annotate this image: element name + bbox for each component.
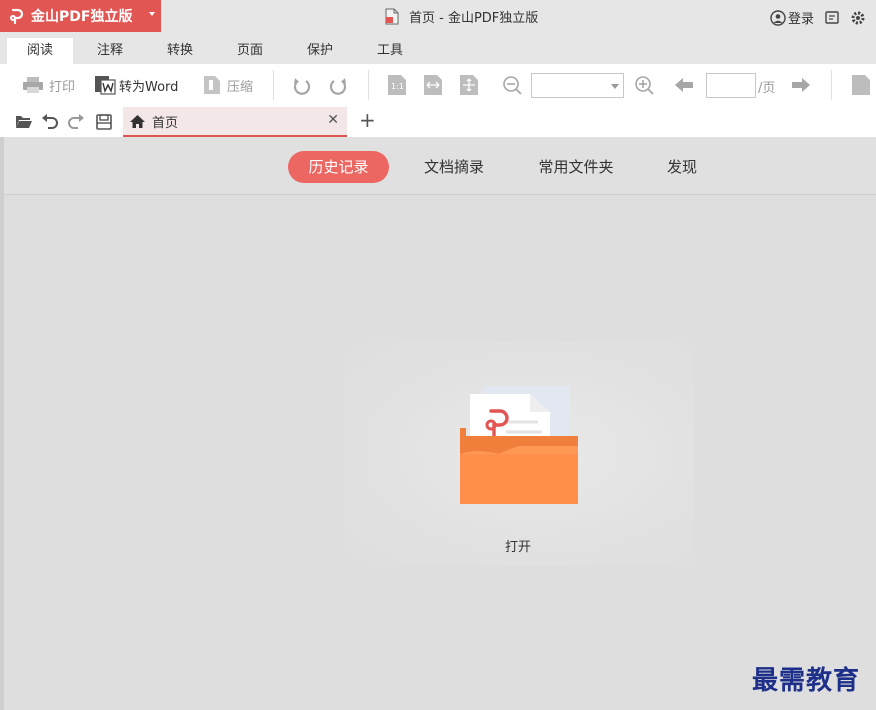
page-total-label: /页 [758,81,776,96]
toolbar-divider [368,70,369,100]
title-bar: 金山PDF独立版 首页 - 金山PDF独立版 登录 [0,0,876,34]
feedback-icon[interactable] [824,10,840,26]
rotate-right-icon[interactable] [328,76,348,96]
tab-convert[interactable]: 转换 [150,38,210,64]
nav-document-excerpts[interactable]: 文档摘录 [408,151,500,183]
tab-read[interactable]: 阅读 [7,38,73,64]
save-icon[interactable] [96,114,112,130]
open-folder-icon[interactable] [15,114,33,129]
tab-home-label: 首页 [152,115,179,131]
toolbar-divider [831,70,832,100]
user-circle-icon [770,9,786,26]
page-number-input[interactable] [706,73,756,98]
word-convert-icon [95,76,116,95]
app-menu-button[interactable]: 金山PDF独立版 [0,0,161,32]
fit-page-icon[interactable] [459,74,479,96]
open-folder-pdf-icon[interactable] [458,384,580,508]
print-label: 打印 [49,79,76,95]
next-page-arrow-icon[interactable] [791,77,811,93]
home-section-nav: 历史记录 文档摘录 常用文件夹 发现 [4,137,876,195]
actual-size-icon[interactable]: 1:1 [387,74,407,96]
tab-annotate[interactable]: 注释 [80,38,140,64]
convert-to-word-button[interactable]: 转为Word [94,75,178,95]
home-icon [130,114,145,128]
undo-icon[interactable] [41,113,58,129]
nav-discover[interactable]: 发现 [652,151,712,183]
window-title-text: 首页 - 金山PDF独立版 [409,11,539,26]
compress-button[interactable]: 压缩 [203,75,253,95]
ribbon-tabs: 阅读 注释 转换 页面 保护 工具 [0,34,876,64]
app-logo-icon [10,8,24,25]
zoom-in-icon[interactable] [634,75,654,95]
zoom-dropdown-chevron-icon [611,84,619,89]
svg-text:1:1: 1:1 [391,82,404,91]
app-menu-chevron-down-icon[interactable] [149,12,155,16]
close-tab-icon[interactable]: ✕ [327,112,339,128]
zoom-out-icon[interactable] [502,75,522,95]
print-button[interactable]: 打印 [22,75,75,95]
settings-gear-icon[interactable] [850,10,866,26]
zoom-level-select[interactable] [531,73,624,98]
document-tab-bar: 首页 ✕ + [0,106,876,137]
window-controls: 登录 [770,8,866,27]
toolbar-divider [273,70,274,100]
tab-home[interactable]: 首页 ✕ [123,107,347,137]
open-file-label[interactable]: 打开 [505,536,531,555]
rotate-left-icon[interactable] [292,76,312,96]
tab-tools[interactable]: 工具 [360,38,420,64]
app-name: 金山PDF独立版 [31,9,133,25]
tab-page[interactable]: 页面 [220,38,280,64]
redo-icon[interactable] [68,113,85,129]
toolbar: 打印 转为Word 压缩 1:1 /页 [0,64,876,106]
single-page-view-icon[interactable] [851,74,871,96]
fit-width-icon[interactable] [423,74,443,96]
compress-icon [204,76,220,94]
history-content-area [4,196,876,710]
login-button[interactable]: 登录 [770,8,814,27]
compress-label: 压缩 [227,79,254,95]
login-label: 登录 [787,12,814,27]
previous-page-arrow-icon[interactable] [674,77,694,93]
window-title: 首页 - 金山PDF独立版 [385,7,538,26]
watermark-logo: 最需教育 [752,666,861,696]
pdf-document-icon [385,8,399,25]
new-tab-plus-icon[interactable]: + [359,110,376,130]
printer-icon [23,77,43,93]
tab-protect[interactable]: 保护 [290,38,350,64]
nav-common-folders[interactable]: 常用文件夹 [523,151,629,183]
convert-to-word-label: 转为Word [119,79,179,95]
nav-history[interactable]: 历史记录 [288,151,389,183]
